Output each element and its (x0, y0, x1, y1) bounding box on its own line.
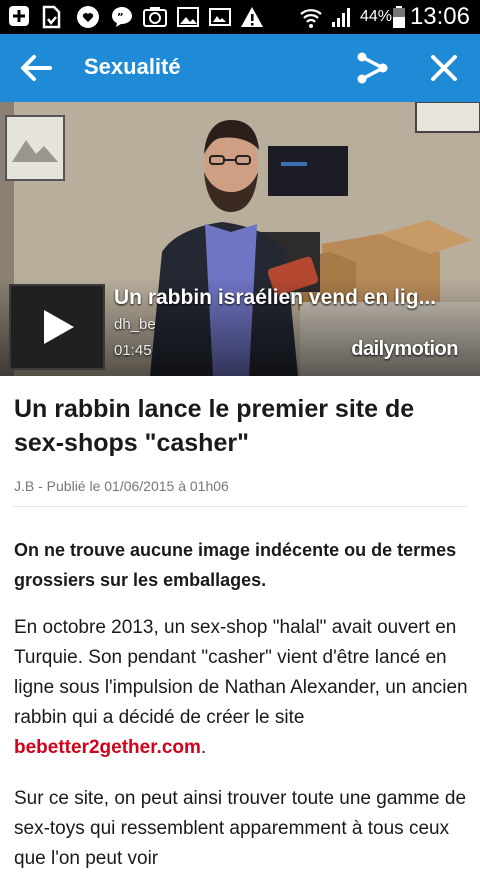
article-paragraph: En octobre 2013, un sex-shop "halal" ava… (14, 613, 470, 763)
video-duration: 01:45 (114, 342, 152, 359)
video-player[interactable]: Un rabbin israélien vend en lig... dh_be… (0, 102, 480, 376)
article-lead: On ne trouve aucune image indécente ou d… (14, 540, 457, 590)
image-icon (177, 7, 199, 27)
svg-text:”: ” (117, 12, 124, 23)
paragraph-text: En octobre 2013, un sex-shop "halal" ava… (14, 617, 468, 728)
wifi-icon (300, 9, 322, 28)
app-bar: Sexualité (0, 34, 480, 102)
battery-percent: 44% (359, 8, 392, 25)
video-title[interactable]: Un rabbin israélien vend en lig... (114, 286, 436, 310)
page-title: Sexualité (84, 54, 181, 79)
share-icon (357, 52, 388, 84)
add-box-icon (9, 6, 29, 26)
close-button[interactable] (424, 48, 464, 88)
heart-icon (77, 6, 99, 28)
paragraph-end: . (200, 737, 207, 758)
gallery-icon (209, 8, 231, 26)
back-button[interactable] (16, 48, 56, 88)
dailymotion-logo: dailymotion (351, 338, 458, 360)
site-link[interactable]: bebetter2gether.com (14, 737, 201, 758)
message-icon: ” (112, 7, 132, 27)
status-time: 13:06 (409, 3, 470, 30)
sd-card-icon (42, 5, 61, 29)
status-bar: ” 44% 13:06 (0, 0, 480, 34)
signal-icon (332, 8, 350, 27)
share-button[interactable] (352, 48, 392, 88)
arrow-left-icon (21, 55, 52, 81)
close-icon (431, 55, 457, 81)
article-headline: Un rabbin lance le premier site de sex-s… (14, 395, 415, 457)
article-paragraph-2: Sur ce site, on peut ainsi trouver toute… (14, 788, 467, 869)
battery-icon (393, 6, 405, 28)
video-channel: dh_be (114, 316, 156, 333)
play-icon (44, 310, 74, 344)
play-button[interactable] (9, 284, 105, 370)
divider (14, 506, 466, 507)
camera-icon (143, 7, 167, 27)
article-meta: J.B - Publié le 01/06/2015 à 01h06 (14, 478, 229, 494)
warning-icon (241, 7, 263, 27)
